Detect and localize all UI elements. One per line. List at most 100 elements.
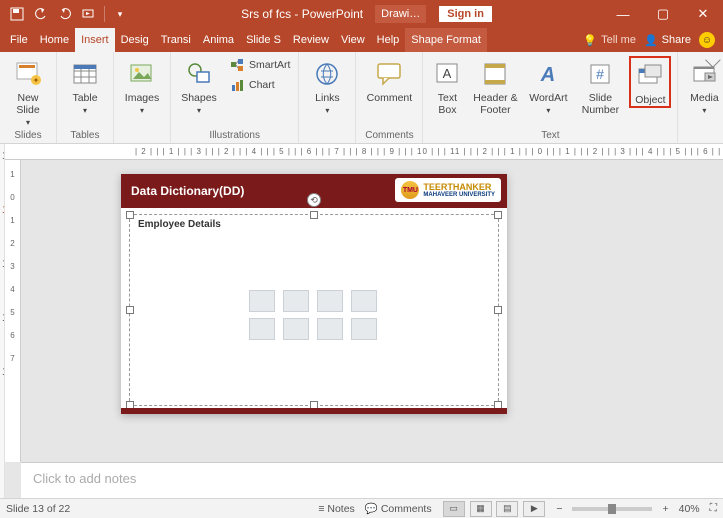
tab-home[interactable]: Home [34,28,75,52]
minimize-button[interactable]: — [603,0,643,28]
new-slide-button[interactable]: ✦ New Slide ▾ [6,56,50,127]
maximize-button[interactable]: ▢ [643,0,683,28]
zoom-out-button[interactable]: − [556,503,562,515]
group-links: Links ▾ Links [299,52,356,143]
vertical-ruler[interactable]: 101234567 [5,160,21,462]
redo-icon[interactable] [54,3,76,25]
horizontal-ruler[interactable]: | 2 | | | 1 | | | 3 | | | 2 | | | 4 | | … [5,144,723,160]
wordart-label: WordArt [529,92,567,104]
editor-area: | 2 | | | 1 | | | 3 | | | 2 | | | 4 | | … [5,144,723,498]
status-bar: Slide 13 of 22 ≡ Notes 💬 Comments ▭ ▦ ▤ … [0,498,723,518]
table-button[interactable]: Table ▾ [63,56,107,115]
chart-button[interactable]: Chart [227,76,292,94]
group-tables: Table ▾ Tables [57,52,114,143]
header-footer-button[interactable]: Header & Footer [471,56,519,116]
slide-number-label: Slide Number [577,92,623,116]
header-footer-icon [479,58,511,90]
placeholder-content-icons[interactable] [249,290,379,340]
sorter-view-button[interactable]: ▦ [470,501,492,517]
insert-table-icon[interactable] [249,290,275,312]
comment-button[interactable]: Comment [362,56,416,104]
zoom-in-button[interactable]: + [662,503,668,515]
insert-smartart-icon[interactable] [317,290,343,312]
tab-design[interactable]: Desig [115,28,155,52]
slideshow-view-button[interactable]: ▶ [523,501,545,517]
slide-number-button[interactable]: # Slide Number [577,56,623,116]
tab-transitions[interactable]: Transi [155,28,197,52]
slide-bottom-accent [121,408,507,414]
insert-video-icon[interactable] [317,318,343,340]
smartart-button[interactable]: SmartArt [227,56,292,74]
close-button[interactable]: ✕ [683,0,723,28]
logo-name: TEERTHANKER [423,183,495,192]
zoom-slider[interactable] [572,507,652,511]
object-button[interactable]: Object [629,56,671,108]
tab-insert[interactable]: Insert [75,28,115,52]
start-from-beginning-icon[interactable] [78,3,100,25]
placeholder-subtitle[interactable]: Employee Details [138,219,221,230]
selection-handle-tr[interactable] [494,211,502,219]
current-slide[interactable]: Data Dictionary(DD) TMU TEERTHANKERMAHAV… [121,174,507,414]
tab-review[interactable]: Review [287,28,335,52]
links-button[interactable]: Links ▾ [305,56,349,115]
comment-icon [373,58,405,90]
comments-toggle[interactable]: 💬 Comments [365,502,432,515]
text-box-button[interactable]: A Text Box [429,56,465,116]
text-box-icon: A [431,58,463,90]
selection-handle-tm[interactable] [310,211,318,219]
wordart-button[interactable]: A WordArt ▾ [525,56,571,115]
media-button[interactable]: Media ▾ [684,56,723,115]
tab-slideshow[interactable]: Slide S [240,28,287,52]
tab-view[interactable]: View [335,28,371,52]
reading-view-button[interactable]: ▤ [496,501,518,517]
save-icon[interactable] [6,3,28,25]
window-title-area: Srs of fcs - PowerPoint Drawi… Sign in [131,5,603,23]
undo-icon[interactable] [30,3,52,25]
tab-file[interactable]: File [4,28,34,52]
shapes-icon [183,58,215,90]
zoom-knob[interactable] [608,504,616,514]
notes-pane[interactable]: Click to add notes [21,462,723,498]
new-slide-label: New Slide [6,92,50,116]
qat-customize-icon[interactable]: ▾ [109,3,131,25]
group-illustrations-label: Illustrations [177,128,292,141]
insert-picture-icon[interactable] [249,318,275,340]
share-button[interactable]: 👤 Share [644,34,691,47]
document-title: Srs of fcs - PowerPoint [241,7,363,21]
share-label: Share [662,34,691,46]
normal-view-button[interactable]: ▭ [443,501,465,517]
link-icon [311,58,343,90]
group-slides: ✦ New Slide ▾ Slides [0,52,57,143]
notes-toggle[interactable]: ≡ Notes [318,503,354,515]
sign-in-button[interactable]: Sign in [438,5,493,23]
insert-online-picture-icon[interactable] [283,318,309,340]
selection-handle-ml[interactable] [126,306,134,314]
rotate-handle[interactable]: ⟲ [307,193,321,207]
insert-icon-icon[interactable] [351,318,377,340]
tab-help[interactable]: Help [371,28,406,52]
tell-me-button[interactable]: 💡 Tell me [583,34,636,47]
lightbulb-icon: 💡 [583,34,597,47]
images-button[interactable]: Images ▾ [120,56,164,115]
zoom-level[interactable]: 40% [679,503,700,515]
insert-3d-icon[interactable] [351,290,377,312]
tab-animations[interactable]: Anima [197,28,240,52]
titlebar: ▾ Srs of fcs - PowerPoint Drawi… Sign in… [0,0,723,28]
tell-me-label: Tell me [601,34,636,46]
object-icon [634,60,666,92]
tab-shape-format[interactable]: Shape Format [405,28,487,52]
slide-canvas[interactable]: Data Dictionary(DD) TMU TEERTHANKERMAHAV… [21,160,723,462]
group-media: Media ▾ Media [678,52,723,143]
shapes-button[interactable]: Shapes ▾ [177,56,221,115]
selection-handle-mr[interactable] [494,306,502,314]
header-footer-label: Header & Footer [471,92,519,116]
fit-to-window-button[interactable]: ⛶ [710,502,717,515]
insert-chart-icon[interactable] [283,290,309,312]
slide-title-text: Data Dictionary(DD) [131,184,244,198]
new-slide-icon: ✦ [12,58,44,90]
feedback-icon[interactable]: ☺ [699,32,715,48]
shapes-label: Shapes [181,92,217,104]
content-placeholder[interactable]: ⟲ Employee Details [129,214,499,406]
slide-counter[interactable]: Slide 13 of 22 [6,503,70,515]
selection-handle-tl[interactable] [126,211,134,219]
